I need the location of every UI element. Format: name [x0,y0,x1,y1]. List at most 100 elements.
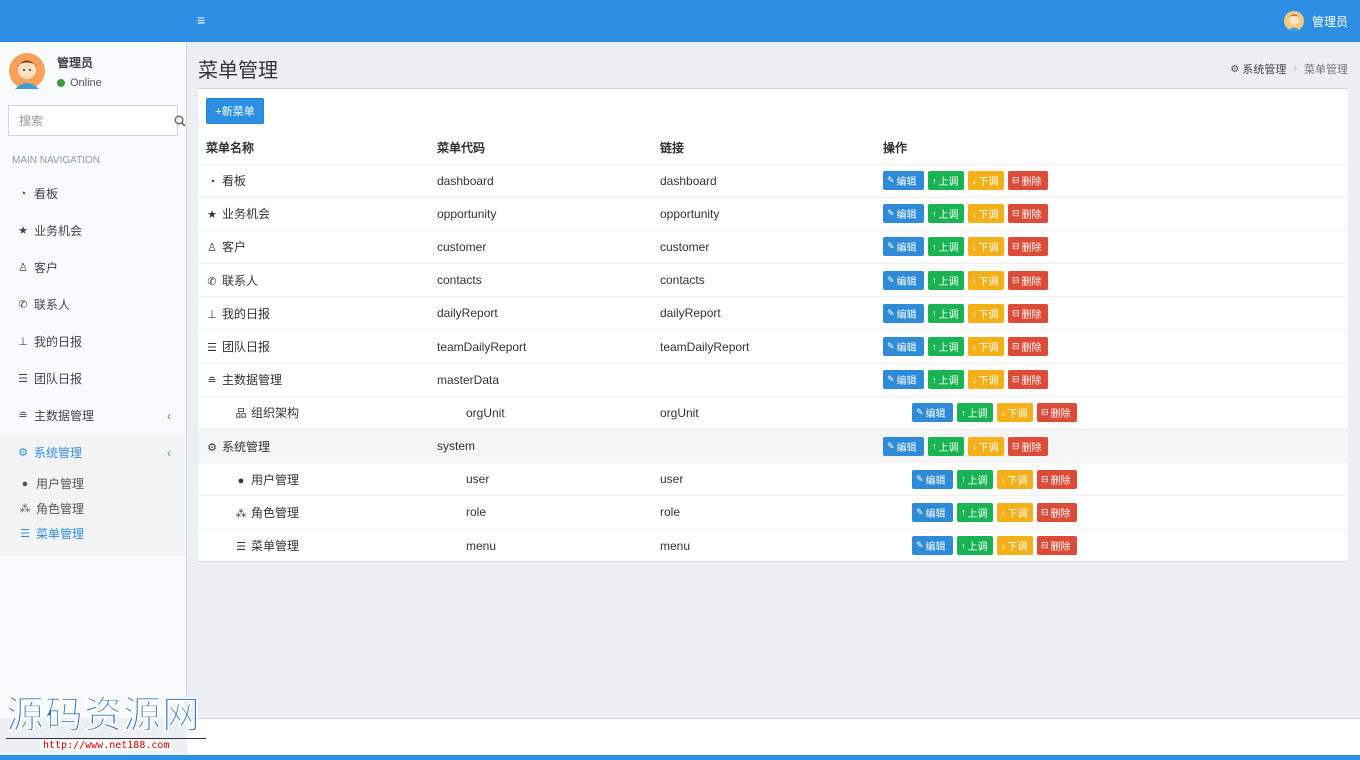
menu-code: dailyReport [437,306,498,321]
move-up-button[interactable]: ↑ 上调 [928,204,964,224]
sidebar-item-team-report[interactable]: ☰ 团队日报 [0,360,186,397]
arrow-up-icon: ↑ [932,241,937,252]
edit-button[interactable]: ✎ 编辑 [883,237,924,257]
edit-button[interactable]: ✎ 编辑 [883,436,924,456]
down-label: 下调 [1007,508,1028,520]
move-down-button[interactable]: ↓ 下调 [997,403,1033,423]
table-row: ☰ 团队日报 teamDailyReport teamDailyReport ✎ 编辑 ↑ 上… [198,329,1348,364]
edit-button[interactable]: ✎ 编辑 [883,303,924,323]
edit-button[interactable]: ✎ 编辑 [883,270,924,290]
sidebar-item-daily-report[interactable]: ⊥ 我的日报 [0,323,186,360]
down-label: 下调 [978,210,999,222]
move-down-button[interactable]: ↓ 下调 [968,237,1004,257]
move-up-button[interactable]: ↑ 上调 [928,270,964,290]
edit-button[interactable]: ✎ 编辑 [912,403,953,423]
edit-button[interactable]: ✎ 编辑 [912,469,953,489]
delete-button[interactable]: ⊟ 删除 [1008,270,1048,290]
arrow-up-icon: ↑ [932,275,937,286]
move-down-button[interactable]: ↓ 下调 [997,536,1033,556]
move-down-button[interactable]: ↓ 下调 [968,436,1004,456]
cell-actions: ✎ 编辑 ↑ 上调 ↓ 下调 ⊟ 删除 [883,396,1348,431]
watermark: 源码资源网 http://www.net188.com [6,694,206,754]
delete-button[interactable]: ⊟ 删除 [1037,403,1077,423]
move-down-button[interactable]: ↓ 下调 [997,469,1033,489]
edit-button[interactable]: ✎ 编辑 [883,370,924,390]
delete-button[interactable]: ⊟ 删除 [1008,436,1048,456]
trash-icon: ⊟ [1041,540,1049,551]
arrow-up-icon: ↑ [932,208,937,219]
cell-actions: ✎ 编辑 ↑ 上调 ↓ 下调 ⊟ 删除 [883,197,1348,231]
new-menu-button[interactable]: +新菜单 [206,98,264,124]
move-down-button[interactable]: ↓ 下调 [968,303,1004,323]
delete-button[interactable]: ⊟ 删除 [1008,370,1048,390]
edit-button[interactable]: ✎ 编辑 [912,502,953,522]
top-user-menu[interactable]: 管理员 [1283,11,1348,31]
list-icon: ☰ [18,373,28,385]
edit-button[interactable]: ✎ 编辑 [883,204,924,224]
delete-button[interactable]: ⊟ 删除 [1008,337,1048,357]
move-up-button[interactable]: ↑ 上调 [928,303,964,323]
move-down-button[interactable]: ↓ 下调 [968,337,1004,357]
move-down-button[interactable]: ↓ 下调 [997,502,1033,522]
move-up-button[interactable]: ↑ 上调 [928,436,964,456]
delete-button[interactable]: ⊟ 删除 [1037,469,1077,489]
menu-name: 客户 [222,240,247,255]
menu-name: 团队日报 [222,340,271,355]
user-status-text: Online [70,76,102,89]
delete-button[interactable]: ⊟ 删除 [1037,502,1077,522]
sidebar-user-name: 管理员 [57,55,94,70]
sidebar-subitem-menus[interactable]: ☰ 菜单管理 [0,521,186,546]
delete-button[interactable]: ⊟ 删除 [1008,171,1048,191]
move-up-button[interactable]: ↑ 上调 [928,237,964,257]
arrow-down-icon: ↓ [972,308,977,319]
delete-label: 删除 [1021,309,1042,321]
sidebar-item-dashboard[interactable]: ◔ 看板 [0,175,186,212]
edit-button[interactable]: ✎ 编辑 [883,171,924,191]
dashboard-icon: ◔ [19,187,27,200]
delete-button[interactable]: ⊟ 删除 [1008,204,1048,224]
sidebar-item-system[interactable]: ⚙ 系统管理 ‹ [0,434,186,471]
move-up-button[interactable]: ↑ 上调 [928,171,964,191]
menu-name: 我的日报 [222,306,271,321]
search-icon[interactable] [174,106,186,135]
cell-link: menu [660,529,883,563]
sidebar-item-opportunity[interactable]: ★ 业务机会 [0,212,186,249]
table-row: 品组织架构 orgUnit orgUnit ✎ 编辑 ↑ 上调 ↓ 下调 ⊟ 删除 [198,396,1348,431]
move-up-button[interactable]: ↑ 上调 [957,469,993,489]
down-label: 下调 [978,376,999,388]
cell-link: dailyReport [660,296,883,331]
cell-name: ☰ 菜单管理 [198,529,437,563]
move-up-button[interactable]: ↑ 上调 [957,536,993,556]
sidebar-item-master-data[interactable]: ≘ 主数据管理 ‹ [0,397,186,434]
move-down-button[interactable]: ↓ 下调 [968,370,1004,390]
cell-actions: ✎ 编辑 ↑ 上调 ↓ 下调 ⊟ 删除 [883,429,1348,464]
move-down-button[interactable]: ↓ 下调 [968,204,1004,224]
down-label: 下调 [1007,542,1028,554]
bars-icon[interactable]: ≡ [197,13,209,27]
move-up-button[interactable]: ↑ 上调 [957,403,993,423]
move-down-button[interactable]: ↓ 下调 [968,270,1004,290]
sidebar-item-contacts[interactable]: ✆ 联系人 [0,286,186,323]
search-input[interactable] [9,106,174,135]
delete-button[interactable]: ⊟ 删除 [1037,536,1077,556]
delete-label: 删除 [1021,442,1042,454]
move-up-button[interactable]: ↑ 上调 [928,370,964,390]
delete-label: 删除 [1050,475,1071,487]
sidebar-subitem-roles[interactable]: ⁂ 角色管理 [0,496,186,521]
down-label: 下调 [978,343,999,355]
edit-button[interactable]: ✎ 编辑 [883,337,924,357]
edit-button[interactable]: ✎ 编辑 [912,536,953,556]
edit-label: 编辑 [925,409,946,421]
sidebar-item-customer[interactable]: ♙ 客户 [0,249,186,286]
list-icon: ☰ [207,342,217,355]
move-down-button[interactable]: ↓ 下调 [968,171,1004,191]
sidebar-subitem-users[interactable]: ● 用户管理 [0,471,186,496]
row-actions: ✎ 编辑 ↑ 上调 ↓ 下调 ⊟ 删除 [883,436,1348,456]
delete-button[interactable]: ⊟ 删除 [1008,303,1048,323]
move-up-button[interactable]: ↑ 上调 [928,337,964,357]
move-up-button[interactable]: ↑ 上调 [957,502,993,522]
breadcrumb-item-system[interactable]: 系统管理 [1242,61,1286,77]
phone-icon: ✆ [207,275,217,288]
delete-button[interactable]: ⊟ 删除 [1008,237,1048,257]
pin-icon: ⊥ [207,308,217,321]
